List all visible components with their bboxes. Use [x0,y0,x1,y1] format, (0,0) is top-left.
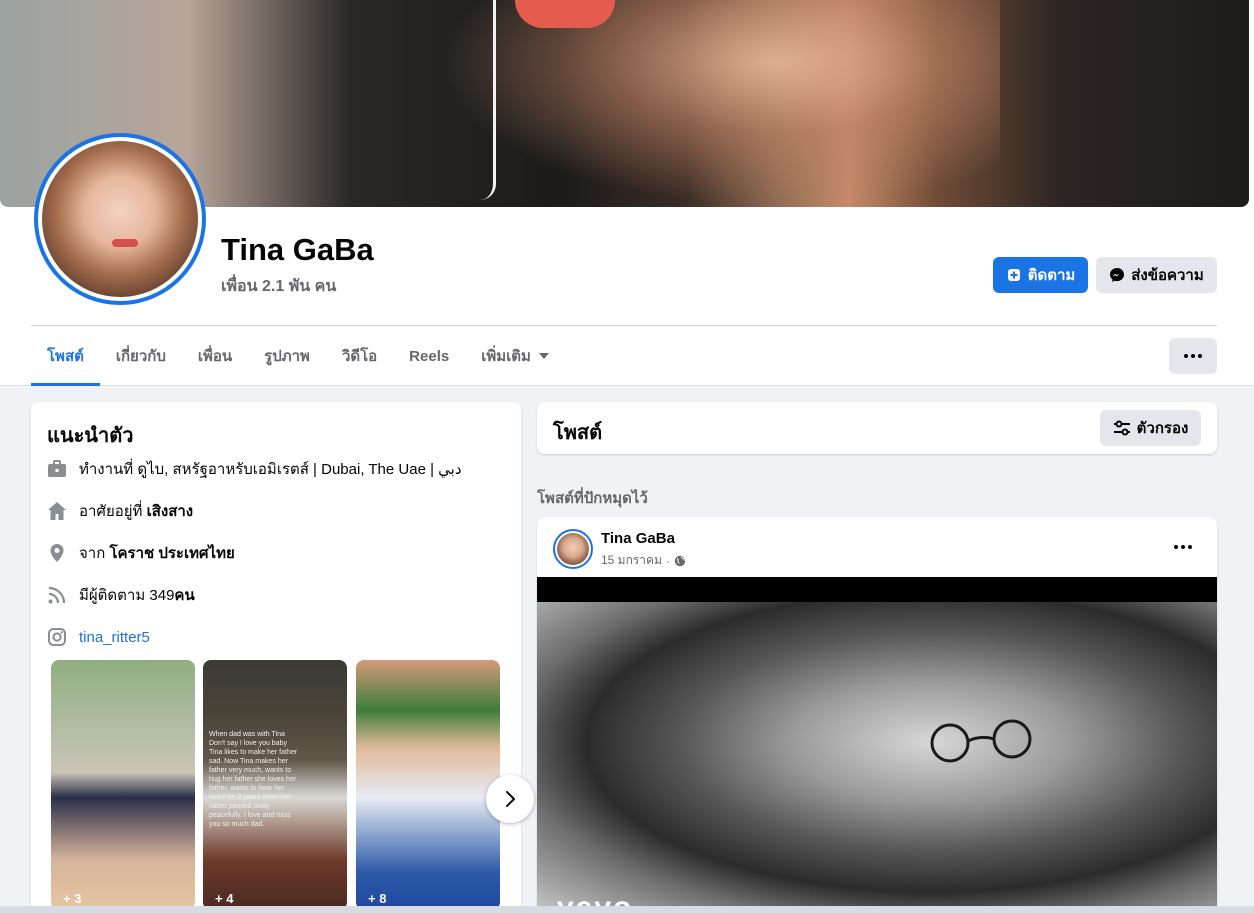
posts-title: โพสต์ [553,422,603,444]
tab-label: วิดีโอ [341,348,378,365]
pinned-post: Tina GaBa 15 มกราคม · vevo [537,517,1217,913]
tab-label: โพสต์ [47,348,84,365]
intro-followers: มีผู้ติดตาม 349 คน [47,583,195,607]
post-date[interactable]: 15 มกราคม [601,551,662,570]
tab-videos[interactable]: วิดีโอ [326,326,393,386]
tab-label: Reels [409,347,450,365]
follow-button[interactable]: ติดตาม [993,257,1088,293]
friends-count[interactable]: เพื่อน 2.1 พัน คน [221,274,336,299]
profile-avatar-image [42,141,198,297]
photo-count: + 4 [215,891,234,906]
intro-lives: อาศัยอยู่ที่ เสิงสาง [47,499,193,523]
instagram-link[interactable]: tina_ritter5 [79,629,150,646]
posts-header-card: โพสต์ ตัวกรอง [537,402,1217,454]
profile-more-button[interactable] [1169,338,1217,374]
next-photos-button[interactable] [486,775,534,823]
instagram-icon [47,627,67,647]
tab-posts[interactable]: โพสต์ [31,326,100,386]
intro-from-value[interactable]: โคราช ประเทศไทย [109,541,234,565]
filter-button[interactable]: ตัวกรอง [1100,410,1201,446]
more-dot [1198,354,1202,358]
more-dot [1188,545,1192,549]
filter-label: ตัวกรอง [1136,420,1189,437]
intro-lives-prefix: อาศัยอยู่ที่ [79,503,143,520]
featured-photo-1[interactable]: + 3 [51,660,195,910]
tab-label: เพื่อน [197,348,233,365]
tab-photos[interactable]: รูปภาพ [248,326,326,386]
intro-work-prefix: ทำงานที่ [79,461,134,478]
intro-from: จาก โคราช ประเทศไทย [47,541,235,565]
profile-name: Tina GaBa [221,232,374,267]
post-author-avatar[interactable] [553,529,593,569]
post-options-button[interactable] [1167,533,1199,561]
post-meta: 15 มกราคม · [601,551,686,570]
video-frame-glasses [930,719,1032,763]
post-video[interactable]: vevo [537,577,1217,913]
tab-label: เกี่ยวกับ [115,348,166,365]
post-author-avatar-image [557,533,589,565]
pinned-posts-label: โพสต์ที่ปักหมุดไว้ [537,490,648,507]
more-dots-icon [1174,545,1178,549]
follow-icon [1006,267,1022,283]
tab-label: รูปภาพ [264,348,310,365]
location-pin-icon [47,543,67,563]
featured-photo-3[interactable]: + 8 [356,660,500,910]
cover-photo-face [440,0,1000,207]
profile-avatar[interactable] [34,133,206,305]
caret-down-icon [538,353,549,359]
intro-from-prefix: จาก [79,545,106,562]
post-meta-separator: · [665,553,670,568]
intro-title: แนะนำตัว [47,425,134,447]
message-button[interactable]: ส่งข้อความ [1096,257,1217,293]
photo-count: + 3 [63,891,82,906]
photo-count: + 8 [368,891,387,906]
intro-instagram: tina_ritter5 [47,625,150,649]
post-author-name[interactable]: Tina GaBa [601,530,675,547]
cover-photo-lips [515,0,615,28]
intro-work-value[interactable]: ดูไบ, สหรัฐอาหรับเอมิเรตส์ | Dubai, The … [137,457,461,481]
intro-card: แนะนำตัว ทำงานที่ ดูไบ, สหรัฐอาหรับเอมิเ… [31,402,534,913]
message-label: ส่งข้อความ [1131,267,1204,284]
public-globe-icon [674,555,686,566]
tab-about[interactable]: เกี่ยวกับ [100,326,182,386]
tab-reels[interactable]: Reels [393,326,465,386]
follow-label: ติดตาม [1027,267,1076,284]
more-dots-icon [1184,354,1188,358]
more-dot [1181,545,1185,549]
intro-lives-value[interactable]: เสิงสาง [147,499,194,523]
briefcase-icon [47,459,67,479]
tab-more[interactable]: เพิ่มเติม [465,326,565,386]
post-video-frame: vevo [537,602,1217,913]
tab-label: เพิ่มเติม [481,348,531,365]
tab-friends[interactable]: เพื่อน [182,326,248,386]
intro-followers-prefix: มีผู้ติดตาม 349 [79,587,175,604]
intro-work: ทำงานที่ ดูไบ, สหรัฐอาหรับเอมิเรตส์ | Du… [47,457,462,481]
cover-photo-earphone [480,0,496,200]
photo-caption: When dad was with Tina Don't say I love … [209,731,298,828]
filter-icon [1113,420,1130,436]
more-dot [1191,354,1195,358]
home-icon [47,501,67,521]
rss-followers-icon [47,585,67,605]
intro-followers-value: คน [174,587,195,604]
featured-photo-2[interactable]: When dad was with Tina Don't say I love … [203,660,347,910]
messenger-icon [1109,267,1125,283]
bottom-bar [0,906,1254,913]
profile-header: Tina GaBa เพื่อน 2.1 พัน คน ติดตาม ส่งข้… [0,0,1254,386]
chevron-right-icon [506,791,515,807]
profile-tabs: โพสต์ เกี่ยวกับ เพื่อน รูปภาพ วิดีโอ Ree… [31,326,565,386]
